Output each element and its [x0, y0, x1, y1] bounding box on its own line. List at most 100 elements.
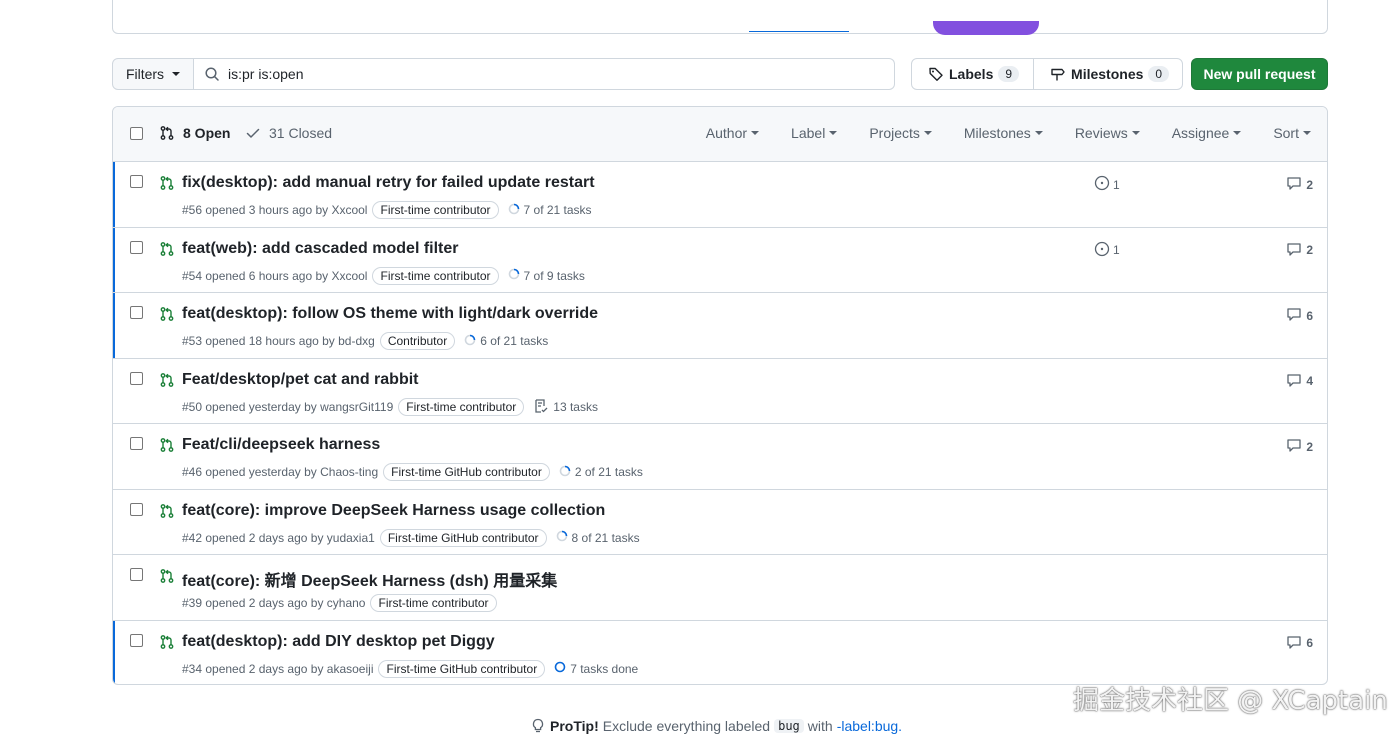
label-filter[interactable]: Label: [791, 125, 838, 141]
comments-link[interactable]: 6: [1286, 634, 1313, 653]
contributor-label[interactable]: First-time contributor: [372, 266, 499, 285]
caret-down-icon: [1303, 131, 1311, 135]
caret-down-icon: [751, 131, 760, 135]
caret-down-icon: [1034, 131, 1043, 135]
assignee-filter-label: Assignee: [1171, 125, 1230, 141]
pull-request-list: 8 Open 31 Closed Author Label Projects M…: [112, 106, 1328, 685]
task-progress: 7 of 9 tasks: [508, 268, 585, 283]
select-all-checkbox[interactable]: [130, 127, 143, 140]
pull-request-title[interactable]: feat(core): 新增 DeepSeek Harness (dsh) 用量…: [182, 567, 557, 591]
labels-milestones-group: Labels 9 Milestones 0: [911, 58, 1183, 90]
tasks-done-icon: [554, 661, 566, 676]
comments-link[interactable]: 6: [1286, 306, 1313, 325]
milestones-count: 0: [1148, 66, 1170, 82]
task-progress: 13 tasks: [533, 398, 598, 417]
list-header: 8 Open 31 Closed Author Label Projects M…: [113, 107, 1327, 162]
pull-request-row[interactable]: feat(web): add cascaded model filter #54 …: [113, 227, 1327, 293]
comments-count: 4: [1306, 374, 1313, 388]
milestones-button[interactable]: Milestones 0: [1033, 59, 1183, 89]
comments-count: 2: [1306, 177, 1313, 192]
contributor-label[interactable]: First-time contributor: [372, 201, 499, 219]
pull-request-meta: #50 opened yesterday by wangsrGit119 Firs…: [182, 398, 598, 417]
contributor-label[interactable]: First-time contributor: [370, 594, 497, 612]
pull-request-title[interactable]: Feat/cli/deepseek harness: [182, 436, 380, 454]
pull-request-row[interactable]: Feat/desktop/pet cat and rabbit #50 opene…: [113, 359, 1327, 424]
protip-text-2: with: [807, 718, 833, 734]
pull-request-row[interactable]: feat(core): improve DeepSeek Harness usa…: [113, 490, 1327, 555]
pull-request-row[interactable]: fix(desktop): add manual retry for faile…: [113, 162, 1327, 228]
reviews-filter[interactable]: Reviews: [1075, 125, 1140, 141]
pull-request-row[interactable]: Feat/cli/deepseek harness #46 opened yest…: [113, 424, 1327, 490]
task-progress: 2 of 21 tasks: [559, 465, 643, 480]
banner-purple-button[interactable]: [933, 21, 1039, 35]
projects-filter[interactable]: Projects: [869, 125, 932, 141]
comments-link[interactable]: 2: [1286, 175, 1313, 194]
filters-button[interactable]: Filters: [112, 58, 194, 90]
issue-icon: [1094, 241, 1110, 260]
linked-issues-count: 1: [1113, 177, 1120, 192]
comment-icon: [1286, 241, 1302, 260]
task-progress-text: 7 of 9 tasks: [523, 268, 585, 283]
repo-banner-box: [112, 0, 1328, 35]
search-box[interactable]: [194, 58, 895, 90]
contributor-label[interactable]: First-time GitHub contributor: [379, 528, 547, 547]
contributor-label[interactable]: Contributor: [379, 332, 456, 350]
pull-request-row[interactable]: feat(desktop): follow OS theme with ligh…: [113, 293, 1327, 359]
pull-request-meta: #56 opened 3 hours ago by Xxcool First-ti…: [182, 201, 592, 219]
pull-request-row[interactable]: feat(core): 新增 DeepSeek Harness (dsh) 用量…: [113, 555, 1327, 621]
pull-request-title[interactable]: fix(desktop): add manual retry for faile…: [182, 174, 595, 192]
pull-request-opened-by: #39 opened 2 days ago by cyhano: [182, 596, 366, 610]
row-checkbox[interactable]: [130, 633, 143, 647]
open-pull-request-icon: [159, 372, 175, 391]
banner-link-underline[interactable]: [749, 31, 849, 32]
pull-request-opened-by: #42 opened 2 days ago by yudaxia1: [182, 530, 375, 545]
author-filter[interactable]: Author: [706, 125, 760, 141]
linked-issues[interactable]: 1: [1094, 175, 1120, 194]
contributor-label[interactable]: First-time contributor: [398, 398, 525, 416]
assignee-filter[interactable]: Assignee: [1172, 125, 1242, 141]
labels-button[interactable]: Labels 9: [912, 59, 1033, 89]
sort-filter[interactable]: Sort: [1273, 125, 1311, 141]
search-input[interactable]: [228, 66, 894, 82]
pull-request-title[interactable]: feat(desktop): add DIY desktop pet Diggy: [182, 633, 495, 651]
comments-link[interactable]: 2: [1286, 437, 1313, 456]
row-checkbox[interactable]: [130, 175, 143, 188]
task-progress-icon: [556, 530, 568, 545]
pull-request-meta: #42 opened 2 days ago by yudaxia1 First-t…: [182, 528, 640, 547]
filter-bar: Filters: [112, 58, 895, 90]
projects-filter-label: Projects: [869, 125, 920, 141]
open-pull-request-icon: [159, 503, 175, 522]
row-checkbox[interactable]: [130, 502, 143, 516]
pull-request-opened-by: #54 opened 6 hours ago by Xxcool: [182, 268, 368, 283]
row-checkbox[interactable]: [130, 568, 143, 581]
pull-request-title[interactable]: feat(desktop): follow OS theme with ligh…: [182, 305, 598, 323]
comments-link[interactable]: 2: [1286, 241, 1313, 260]
open-tab[interactable]: 8 Open: [159, 125, 230, 141]
pull-request-meta: #54 opened 6 hours ago by Xxcool First-ti…: [182, 266, 585, 285]
contributor-label[interactable]: First-time GitHub contributor: [378, 659, 546, 678]
protip-text-1: Exclude everything labeled: [602, 718, 771, 734]
pull-request-title[interactable]: feat(web): add cascaded model filter: [182, 240, 459, 258]
pull-request-row[interactable]: feat(desktop): add DIY desktop pet Diggy…: [113, 620, 1327, 684]
milestones-filter[interactable]: Milestones: [964, 125, 1043, 141]
pull-request-title[interactable]: feat(core): improve DeepSeek Harness usa…: [182, 502, 605, 520]
comment-icon: [1286, 372, 1302, 391]
pull-request-meta: #46 opened yesterday by Chaos-ting First-…: [182, 463, 643, 481]
comment-icon: [1286, 175, 1302, 194]
check-icon: [246, 128, 260, 138]
row-checkbox[interactable]: [130, 437, 143, 450]
row-checkbox[interactable]: [130, 306, 143, 319]
contributor-label[interactable]: First-time GitHub contributor: [383, 463, 550, 481]
closed-tab[interactable]: 31 Closed: [245, 125, 332, 141]
new-pull-request-button[interactable]: New pull request: [1191, 58, 1328, 90]
comments-count: 2: [1306, 243, 1313, 257]
pull-request-title[interactable]: Feat/desktop/pet cat and rabbit: [182, 371, 418, 389]
comments-link[interactable]: 4: [1286, 372, 1313, 391]
linked-issues[interactable]: 1: [1094, 241, 1120, 260]
row-checkbox[interactable]: [130, 371, 143, 385]
row-checkbox[interactable]: [130, 240, 143, 254]
protip-link[interactable]: -label:bug.: [837, 718, 902, 734]
open-count-label: 8 Open: [183, 125, 231, 141]
comments-count: 6: [1306, 636, 1313, 650]
caret-down-icon: [923, 131, 932, 135]
